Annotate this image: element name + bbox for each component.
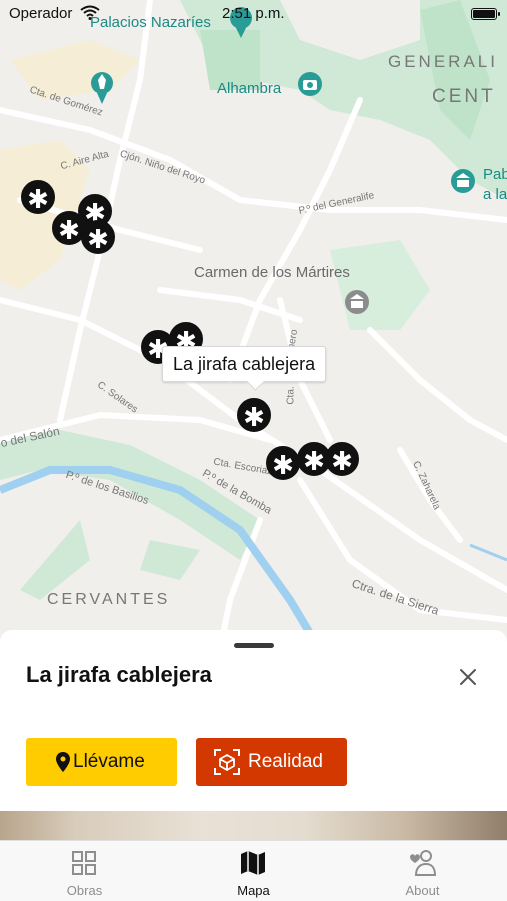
carrier-label: Operador (9, 5, 73, 22)
marker-callout[interactable]: La jirafa cablejera (162, 346, 327, 382)
map-label-carmen-martires: Carmen de los Mártires (194, 264, 350, 281)
tab-about[interactable]: About (338, 841, 507, 901)
tab-about-label: About (405, 883, 440, 898)
poi-pin-monument (91, 72, 113, 104)
status-time: 2:51 p.m. (222, 5, 285, 22)
status-bar: Operador 2:51 p.m. (0, 0, 507, 28)
artwork-marker[interactable]: ✱ (81, 220, 115, 254)
marker-callout-label: La jirafa cablejera (173, 353, 316, 374)
take-me-label: Llévame (73, 751, 145, 772)
artwork-marker[interactable]: ✱ (21, 180, 55, 214)
tab-obras[interactable]: Obras (0, 841, 169, 901)
map-label-pab: Pab (483, 166, 507, 183)
map-view[interactable]: Palacios Nazaríes Alhambra GENERALI CENT… (0, 0, 507, 650)
sheet-title: La jirafa cablejera (26, 662, 212, 687)
tab-bar: Obras Mapa About (0, 840, 507, 901)
sheet-grabber[interactable] (234, 643, 274, 648)
map-label-cervantes: CERVANTES (47, 591, 171, 608)
tab-obras-label: Obras (66, 883, 103, 898)
map-label-generalife: GENERALI (388, 52, 498, 71)
street-cta: Cta. (285, 386, 297, 405)
take-me-button[interactable]: Llévame (26, 738, 177, 786)
ar-button[interactable]: Realidad (196, 738, 347, 786)
battery-tip (498, 12, 500, 16)
map-label-centro: CENT (432, 86, 496, 107)
map-label-alhambra: Alhambra (217, 80, 282, 97)
artwork-marker[interactable]: ✱ (325, 442, 359, 476)
poi-pin-museum (451, 169, 475, 193)
map-label-pab2: a la (483, 186, 507, 203)
ar-cube-icon (214, 749, 240, 775)
map-icon (241, 851, 265, 875)
person-heart-icon (410, 850, 436, 876)
grid-icon (72, 851, 96, 875)
location-pin-icon (56, 752, 70, 772)
poi-pin-alhambra (298, 72, 322, 96)
tab-mapa[interactable]: Mapa (169, 841, 338, 901)
artwork-marker-selected[interactable]: ✱ (237, 398, 271, 432)
artwork-photo (0, 811, 507, 840)
ar-label: Realidad (248, 751, 323, 772)
map-canvas (0, 0, 507, 650)
close-icon[interactable] (455, 664, 481, 690)
detail-sheet: La jirafa cablejera Llévame Realidad (0, 630, 507, 840)
tab-mapa-label: Mapa (237, 883, 270, 898)
artwork-marker[interactable]: ✱ (266, 446, 300, 480)
wifi-icon (80, 5, 100, 20)
battery-icon (471, 8, 497, 20)
poi-pin-carmen (345, 290, 369, 314)
